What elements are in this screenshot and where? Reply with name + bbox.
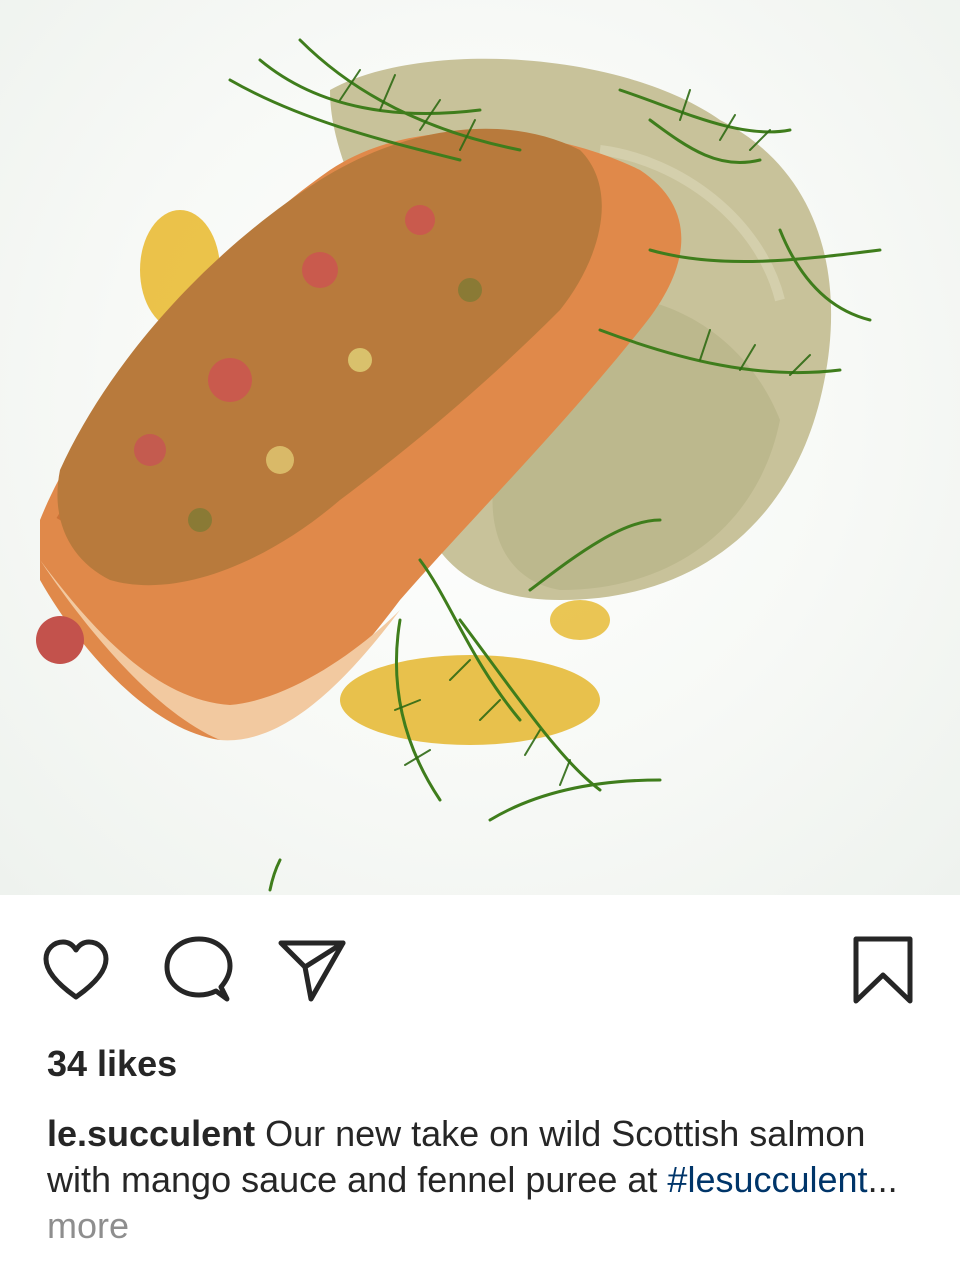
bookmark-icon bbox=[853, 936, 913, 1004]
likes-count[interactable]: 34 likes bbox=[47, 1043, 177, 1085]
more-link[interactable]: more bbox=[47, 1205, 129, 1246]
like-button[interactable] bbox=[41, 935, 111, 1005]
caption-ellipsis: ... bbox=[867, 1159, 898, 1200]
post-caption: le.succulent Our new take on wild Scotti… bbox=[47, 1111, 927, 1249]
salmon-dish-image bbox=[36, 38, 882, 892]
share-button[interactable] bbox=[277, 935, 347, 1005]
post-photo[interactable] bbox=[0, 0, 960, 895]
caption-username[interactable]: le.succulent bbox=[47, 1113, 255, 1154]
save-button[interactable] bbox=[848, 935, 918, 1005]
comment-bubble-icon bbox=[164, 936, 233, 1002]
comment-button[interactable] bbox=[163, 935, 233, 1005]
paper-plane-icon bbox=[278, 940, 346, 1002]
caption-hashtag[interactable]: #lesucculent bbox=[667, 1159, 867, 1200]
heart-icon bbox=[43, 939, 109, 1000]
